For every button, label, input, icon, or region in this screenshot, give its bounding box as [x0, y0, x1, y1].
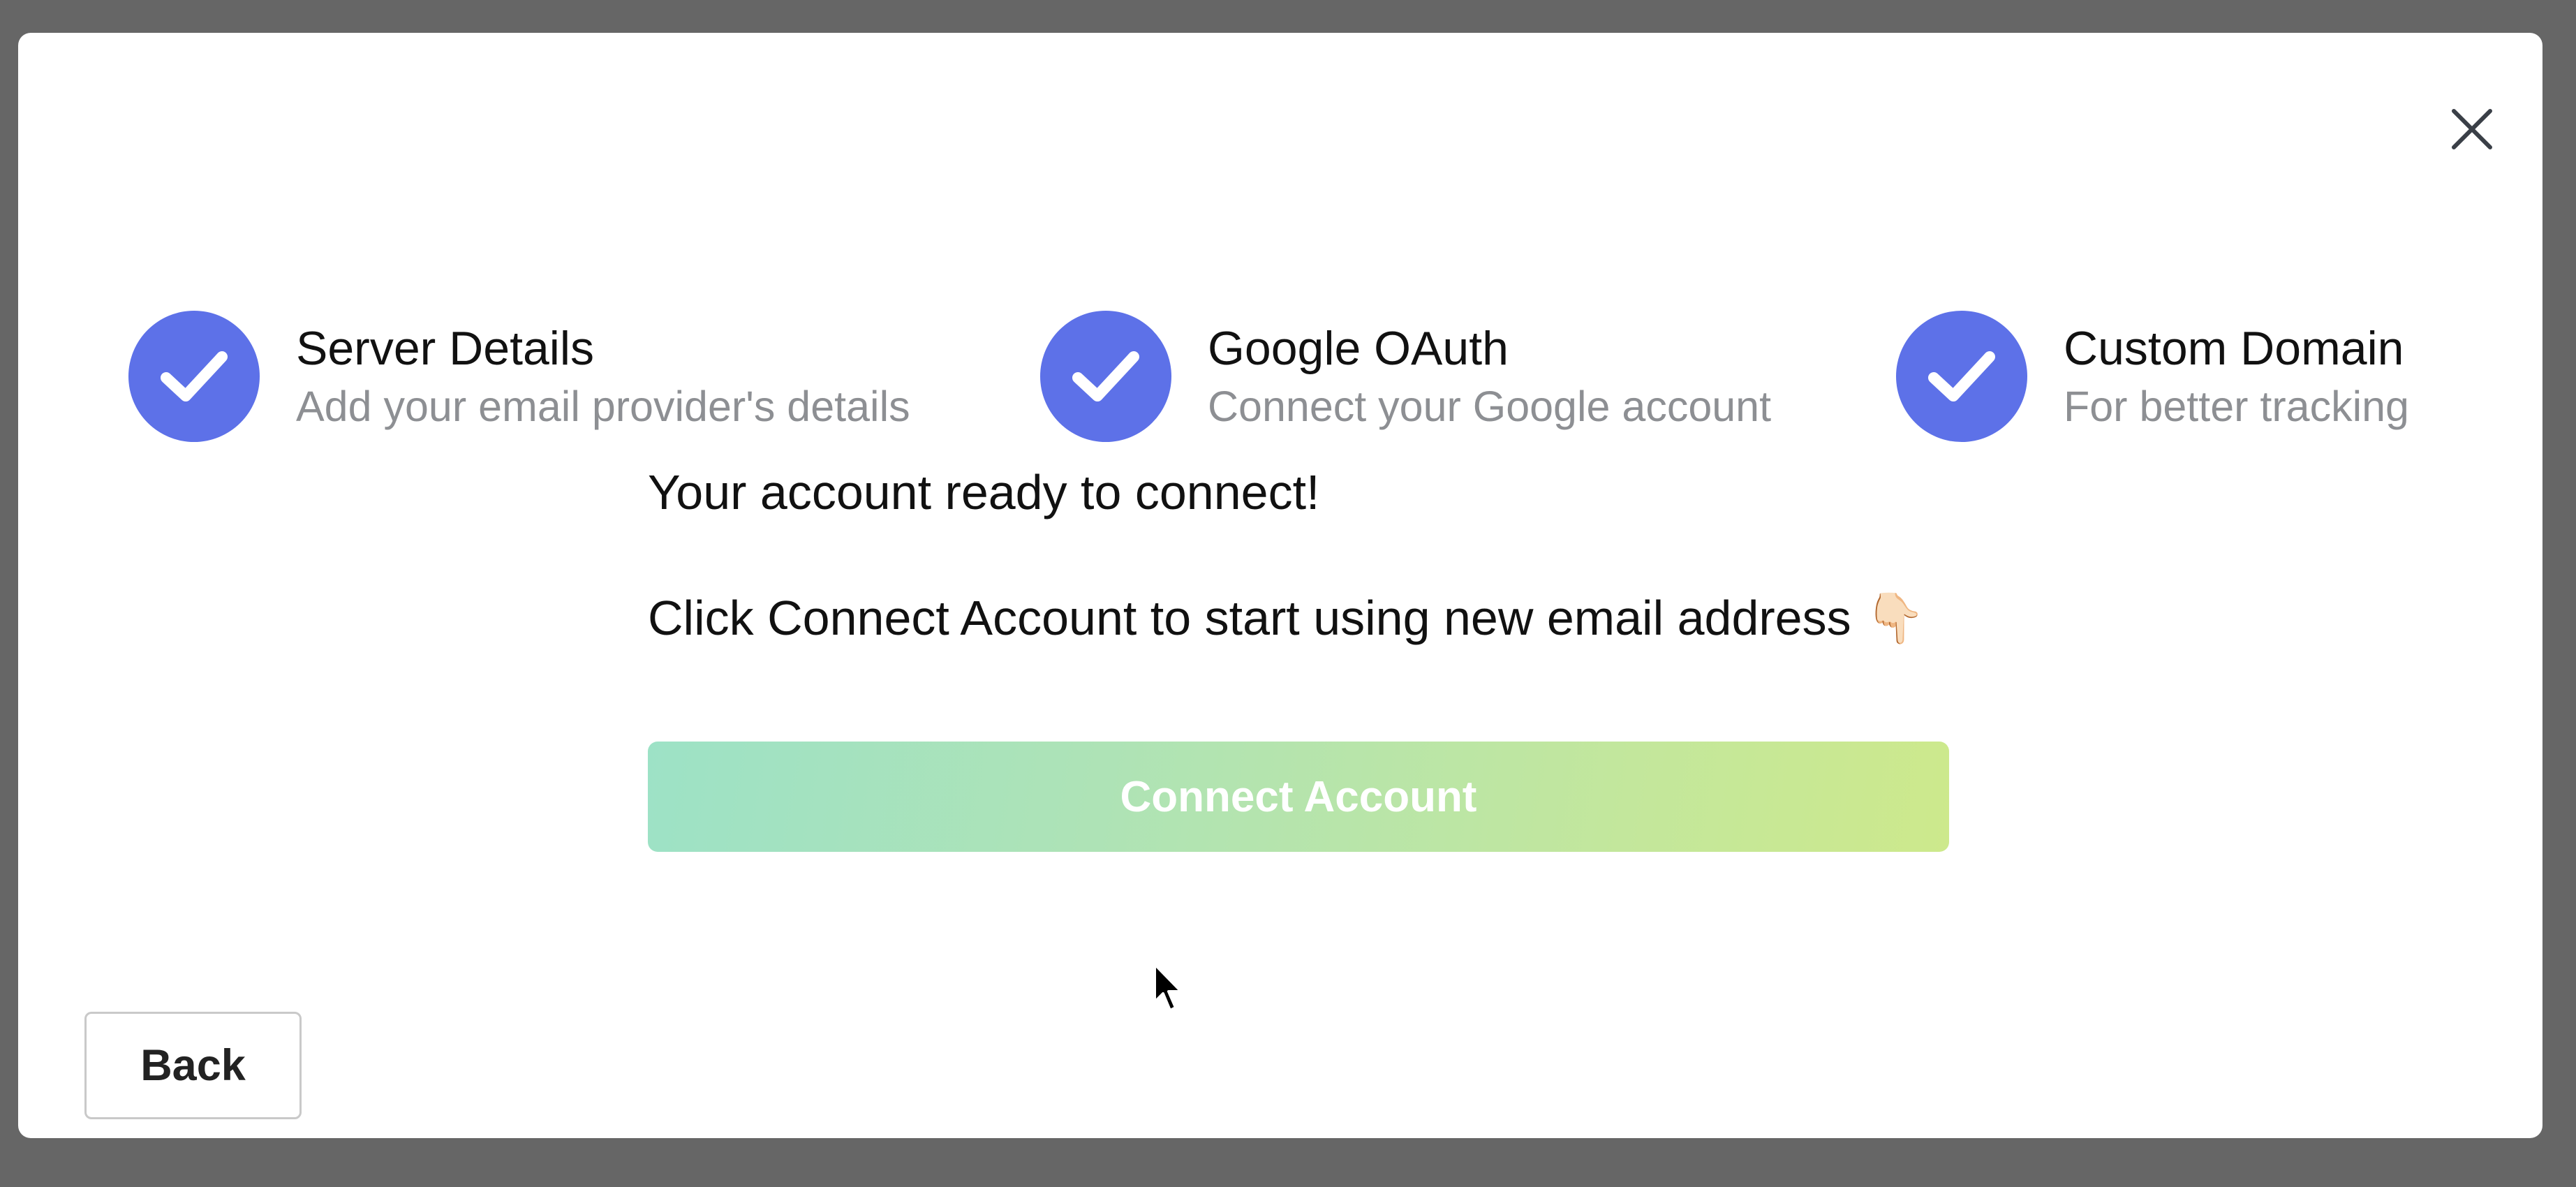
step-subtitle: For better tracking	[2064, 383, 2409, 431]
step-custom-domain: Custom Domain For better tracking	[1896, 311, 2409, 442]
check-icon	[161, 351, 228, 401]
instruction-message: Click Connect Account to start using new…	[648, 590, 1925, 647]
close-icon	[2452, 109, 2492, 149]
step-title: Server Details	[296, 322, 595, 376]
step-google-oauth: Google OAuth Connect your Google account	[1040, 311, 1771, 442]
step-complete-indicator	[128, 311, 260, 442]
mouse-cursor-icon	[1153, 963, 1183, 1012]
step-title: Custom Domain	[2064, 322, 2404, 376]
check-icon	[1928, 351, 1995, 401]
instruction-text: Click Connect Account to start using new…	[648, 591, 1851, 645]
ready-message: Your account ready to connect!	[648, 465, 1320, 519]
step-subtitle: Add your email provider's details	[296, 383, 910, 431]
step-title: Google OAuth	[1208, 322, 1509, 376]
connect-account-modal: Server Details Add your email provider's…	[18, 33, 2542, 1138]
connect-account-button[interactable]: Connect Account	[648, 742, 1949, 852]
step-server-details: Server Details Add your email provider's…	[128, 311, 910, 442]
pointing-down-emoji: 👇🏻	[1865, 591, 1926, 645]
back-button[interactable]: Back	[84, 1012, 302, 1119]
step-complete-indicator	[1040, 311, 1171, 442]
step-complete-indicator	[1896, 311, 2027, 442]
step-subtitle: Connect your Google account	[1208, 383, 1772, 431]
check-icon	[1072, 351, 1139, 401]
close-button[interactable]	[2444, 101, 2500, 157]
